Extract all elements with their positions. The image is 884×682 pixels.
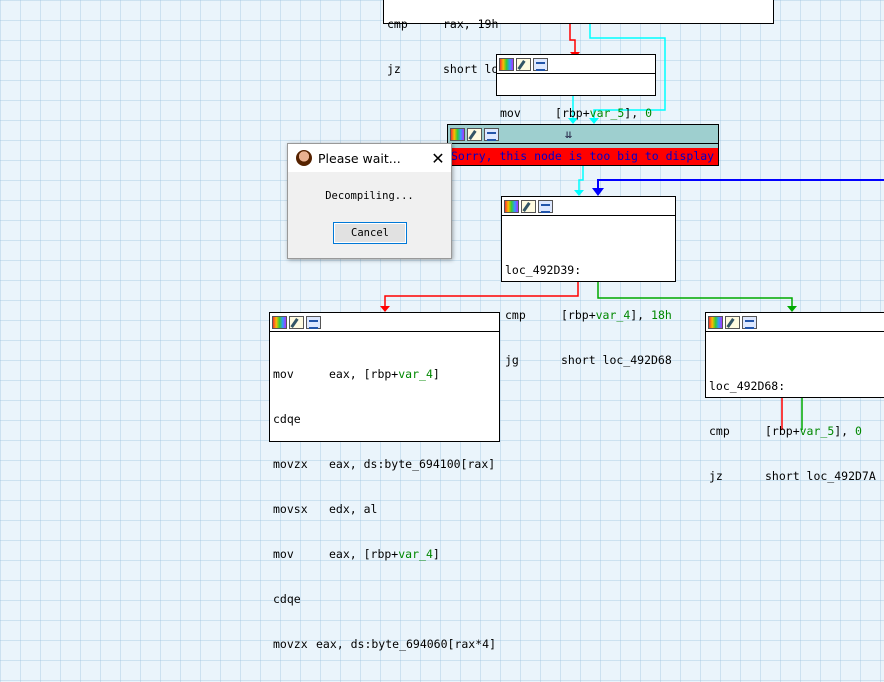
node-mov-var5[interactable]: mov [rbp+var_5], 0 xyxy=(496,54,656,120)
operand: edx, al xyxy=(329,502,378,516)
color-palette-icon[interactable] xyxy=(450,127,465,141)
app-avatar-icon xyxy=(296,150,312,166)
node-loc-492D39[interactable]: loc_492D39: cmp [rbp+var_4], 18h jg short … xyxy=(501,196,676,367)
close-icon[interactable]: ✕ xyxy=(425,149,451,168)
node-top[interactable]: cmprax, 19h jzshort loc_4005FE xyxy=(383,0,774,76)
color-palette-icon[interactable] xyxy=(504,199,519,213)
operand: eax, [rbp+var_4] xyxy=(329,547,440,561)
mnemonic: cmp xyxy=(387,17,408,31)
node-header xyxy=(706,313,884,332)
group-nodes-icon[interactable] xyxy=(533,57,548,71)
group-nodes-icon[interactable] xyxy=(538,199,553,213)
edge-big-to-d39 xyxy=(578,166,584,190)
mnemonic: jz xyxy=(709,469,723,483)
group-nodes-icon[interactable] xyxy=(306,315,321,329)
operand: [rbp+var_5], 0 xyxy=(765,424,862,438)
color-palette-icon[interactable] xyxy=(272,315,287,329)
expand-node-icon[interactable]: ⇊ xyxy=(565,127,572,141)
node-too-big[interactable]: ⇊ Sorry, this node is too big to display xyxy=(447,124,719,166)
mnemonic: movsx xyxy=(273,502,308,516)
dialog-message: Decompiling... xyxy=(325,190,414,202)
mnemonic: cdqe xyxy=(273,592,301,606)
mnemonic: mov xyxy=(273,367,294,381)
group-nodes-icon[interactable] xyxy=(742,315,757,329)
mnemonic: jz xyxy=(387,62,401,76)
rename-pencil-icon[interactable] xyxy=(521,199,536,213)
node-header xyxy=(270,313,499,332)
group-nodes-icon[interactable] xyxy=(484,127,499,141)
node-header: ⇊ xyxy=(448,125,718,144)
edge-arrow xyxy=(592,188,604,196)
dialog-title: Please wait... xyxy=(318,150,401,166)
code-label[interactable]: loc_492D68: xyxy=(709,379,785,394)
edge-back-loop xyxy=(597,179,884,190)
mnemonic: mov xyxy=(273,547,294,561)
mnemonic: movzx xyxy=(273,457,308,471)
operand: eax, ds:byte_694060[rax*4] xyxy=(315,637,496,651)
cancel-button[interactable]: Cancel xyxy=(333,222,407,244)
rename-pencil-icon[interactable] xyxy=(289,315,304,329)
jump-target[interactable]: short loc_492D68 xyxy=(561,353,672,368)
please-wait-dialog: Please wait... ✕ Decompiling... Cancel xyxy=(287,143,452,259)
dialog-titlebar[interactable]: Please wait... ✕ xyxy=(288,144,451,172)
operand: eax, ds:byte_694100[rax] xyxy=(329,457,496,471)
color-palette-icon[interactable] xyxy=(708,315,723,329)
node-loc-492D68[interactable]: loc_492D68: cmp [rbp+var_5], 0 jz short lo… xyxy=(705,312,884,483)
mnemonic: jg xyxy=(505,353,519,367)
node-left-block[interactable]: mov eax, [rbp+var_4] cdqe movzx eax, ds:by… xyxy=(269,312,500,651)
operand: [rbp+var_5], 0 xyxy=(555,106,652,120)
rename-pencil-icon[interactable] xyxy=(725,315,740,329)
mnemonic: mov xyxy=(500,106,521,120)
node-header xyxy=(497,55,655,74)
operand: [rbp+var_4], 18h xyxy=(561,308,672,322)
operand: rax, 19h xyxy=(443,17,499,31)
mnemonic: cmp xyxy=(505,308,526,322)
rename-pencil-icon[interactable] xyxy=(467,127,482,141)
mnemonic: cmp xyxy=(709,424,730,438)
mnemonic: cdqe xyxy=(273,412,301,426)
code-label[interactable]: loc_492D39: xyxy=(505,263,581,278)
node-too-big-message: Sorry, this node is too big to display xyxy=(448,148,718,165)
operand: eax, [rbp+var_4] xyxy=(329,367,440,381)
color-palette-icon[interactable] xyxy=(499,57,514,71)
node-header xyxy=(502,197,675,216)
mnemonic: movzx xyxy=(273,637,308,651)
rename-pencil-icon[interactable] xyxy=(516,57,531,71)
jump-target[interactable]: short loc_492D7A xyxy=(765,469,876,484)
